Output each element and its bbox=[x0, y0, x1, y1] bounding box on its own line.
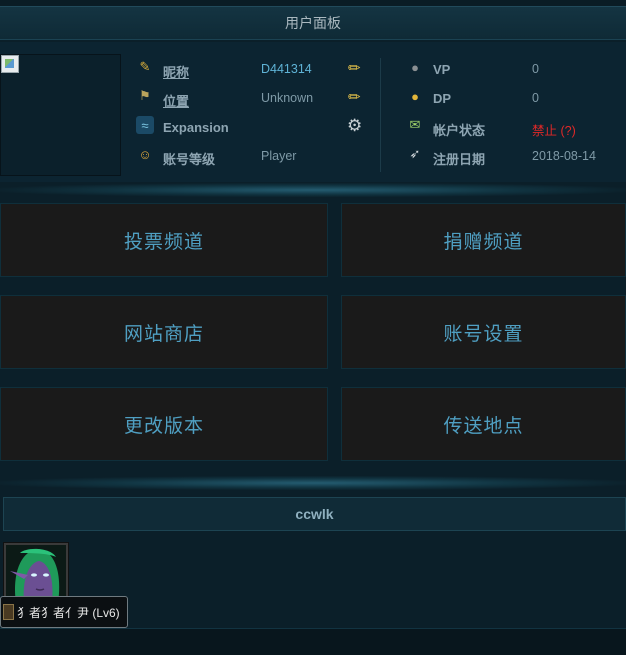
column-divider bbox=[380, 58, 381, 172]
location-label: 位置 bbox=[163, 94, 190, 109]
night-elf-portrait-icon bbox=[6, 545, 66, 603]
section-divider bbox=[0, 183, 626, 197]
panel-title-text: 用户面板 bbox=[285, 15, 341, 31]
bottom-bar bbox=[0, 628, 626, 655]
vote-channel-button[interactable]: 投票频道 bbox=[0, 203, 328, 277]
web-shop-button[interactable]: 网站商店 bbox=[0, 295, 328, 369]
account-status-value[interactable]: 禁止 (?) bbox=[532, 120, 576, 139]
teleport-location-button[interactable]: 传送地点 bbox=[341, 387, 626, 461]
nickname-label: 昵称 bbox=[163, 65, 190, 80]
register-date-icon: ➶ bbox=[409, 146, 421, 161]
dp-coin-icon: ● bbox=[411, 88, 419, 104]
panel-title: 用户面板 bbox=[0, 6, 626, 40]
class-icon bbox=[3, 604, 14, 620]
character-name-level: 犭者犭者亻尹 (Lv6) bbox=[17, 605, 120, 620]
avatar bbox=[0, 54, 121, 176]
edit-nickname-icon[interactable]: ✏ bbox=[348, 59, 361, 77]
vp-coin-icon: ● bbox=[411, 59, 419, 75]
expansion-settings-gear-icon[interactable]: ⚙ bbox=[347, 116, 362, 136]
vp-value: 0 bbox=[532, 62, 539, 76]
nickname-icon: ✎ bbox=[139, 59, 151, 74]
donate-channel-button[interactable]: 捐赠频道 bbox=[341, 203, 626, 277]
account-status-icon: ✉ bbox=[409, 117, 421, 132]
section-divider-2 bbox=[0, 476, 626, 490]
username: ccwlk bbox=[295, 506, 334, 522]
broken-image-icon bbox=[1, 55, 19, 73]
dp-value: 0 bbox=[532, 91, 539, 105]
expansion-icon: ≈ bbox=[136, 116, 154, 134]
vp-label: VP bbox=[433, 62, 451, 77]
expansion-label: Expansion bbox=[163, 120, 229, 135]
register-date-value: 2018-08-14 bbox=[532, 149, 596, 163]
account-status-label: 帐户状态 bbox=[433, 123, 486, 138]
username-bar: ccwlk bbox=[3, 497, 626, 531]
register-date-label: 注册日期 bbox=[433, 152, 486, 167]
change-version-button[interactable]: 更改版本 bbox=[0, 387, 328, 461]
nickname-value: D441314 bbox=[261, 62, 312, 76]
character-tooltip: 犭者犭者亻尹 (Lv6) bbox=[0, 596, 128, 628]
profile-info-panel: ✎ 昵称 D441314 ✏ ⚑ 位置 Unknown ✏ ≈ Expansio… bbox=[0, 42, 626, 182]
location-value: Unknown bbox=[261, 91, 314, 105]
account-level-value: Player bbox=[261, 149, 297, 163]
account-level-label: 账号等级 bbox=[163, 152, 216, 167]
dp-label: DP bbox=[433, 91, 452, 106]
account-settings-button[interactable]: 账号设置 bbox=[341, 295, 626, 369]
account-level-icon: ☺ bbox=[138, 146, 152, 162]
location-icon: ⚑ bbox=[139, 88, 151, 103]
edit-location-icon[interactable]: ✏ bbox=[348, 88, 361, 106]
